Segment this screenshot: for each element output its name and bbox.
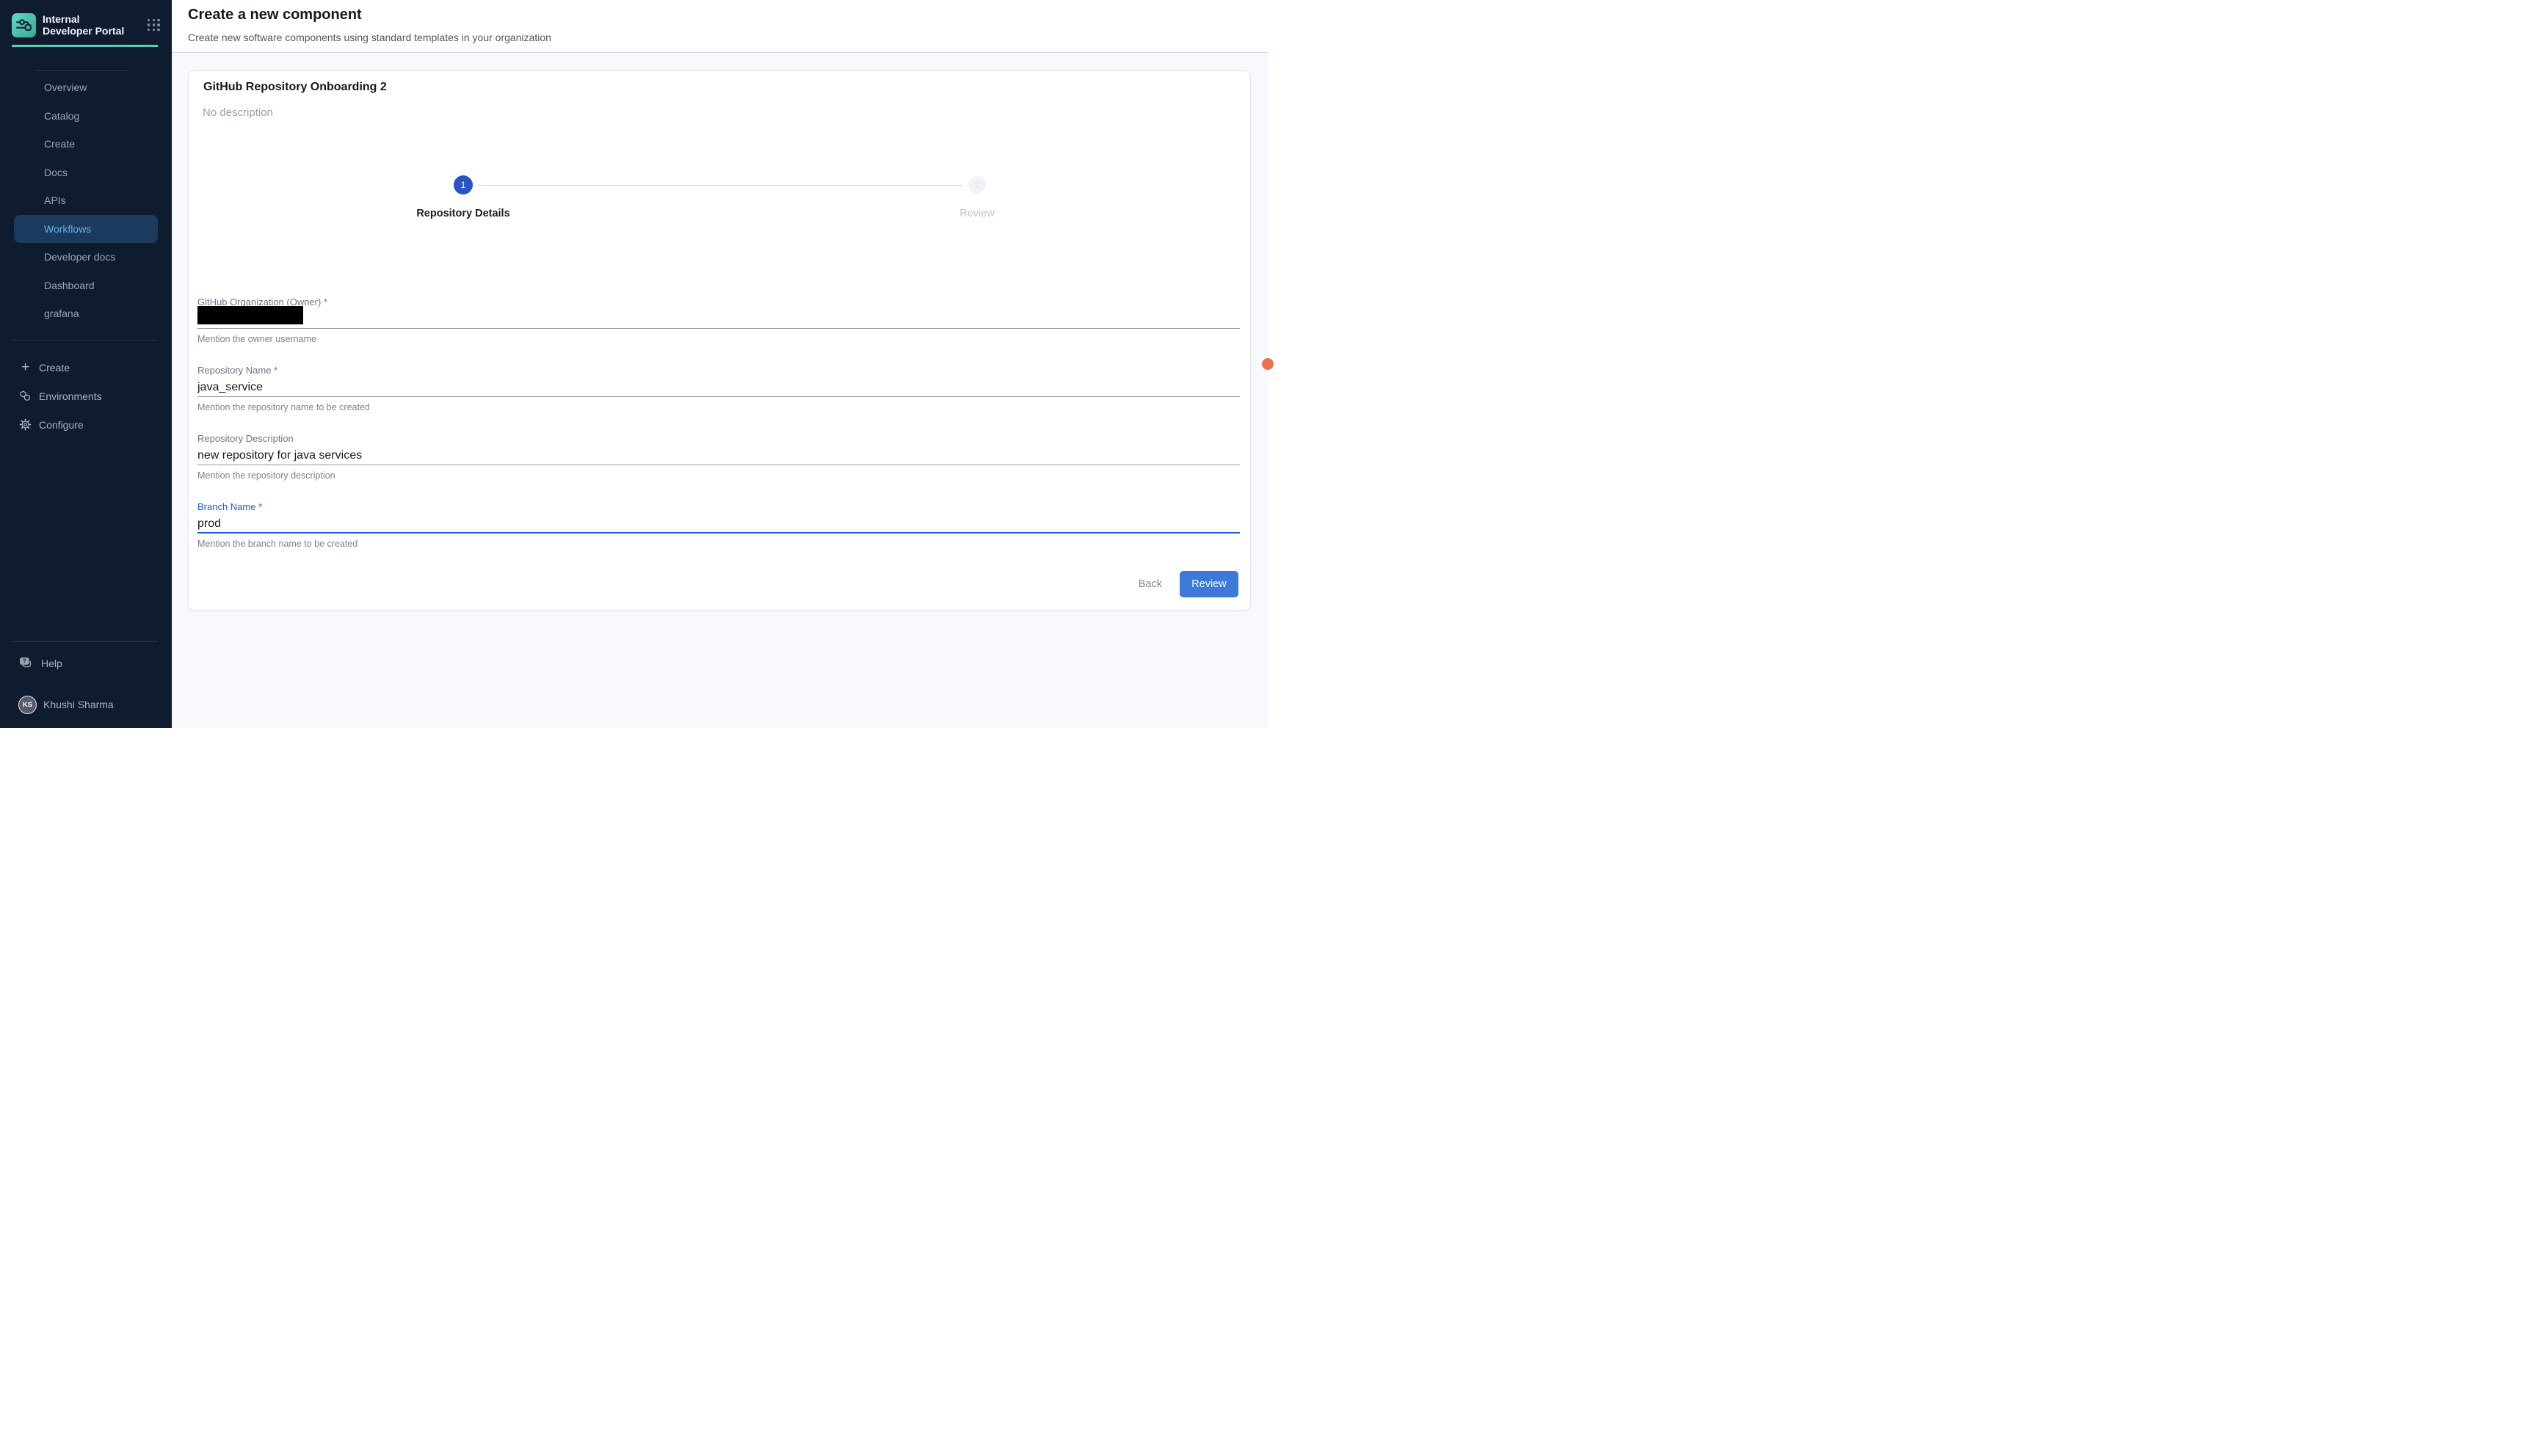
github-organization-input[interactable] <box>197 310 1240 328</box>
feedback-widget-dot[interactable] <box>1262 358 1274 370</box>
app-logo-icon <box>12 13 36 37</box>
branch-name-input[interactable] <box>197 514 1240 533</box>
repository-name-label: Repository Name * <box>197 365 1240 376</box>
sidebar-item-docs[interactable]: Docs <box>0 159 172 187</box>
sidebar-nav-primary: Overview Catalog Create Docs APIs Workfl… <box>0 73 172 328</box>
stepper-step-2-circle: 2 <box>968 176 986 194</box>
branch-name-helper: Mention the branch name to be created <box>197 539 1240 550</box>
sidebar-divider-bottom <box>12 641 158 642</box>
sidebar-nav-secondary: + Create Environments <box>0 353 172 439</box>
review-button[interactable]: Review <box>1180 571 1238 597</box>
user-menu[interactable]: KS Khushi Sharma <box>18 694 114 715</box>
github-organization-helper: Mention the owner username <box>197 334 1240 345</box>
sidebar-divider-top <box>35 70 128 71</box>
sidebar-item-catalog[interactable]: Catalog <box>0 102 172 131</box>
field-repository-description: Repository Description Mention the repos… <box>197 433 1240 481</box>
field-branch-name: Branch Name * Mention the branch name to… <box>197 501 1240 550</box>
page-header: Create a new component Create new softwa… <box>172 0 1268 53</box>
github-organization-label: GitHub Organization (Owner) * <box>197 296 1240 308</box>
page-title: Create a new component <box>188 7 362 23</box>
sidebar-item-developer-docs[interactable]: Developer docs <box>0 243 172 272</box>
sidebar-action-environments-label: Environments <box>39 390 102 402</box>
redaction-box <box>197 306 303 324</box>
sidebar-divider-middle <box>12 340 158 341</box>
sidebar-item-grafana[interactable]: grafana <box>0 299 172 328</box>
sidebar-action-create-label: Create <box>39 362 70 374</box>
template-description: No description <box>203 106 273 119</box>
repository-description-helper: Mention the repository description <box>197 470 1240 481</box>
sidebar-action-create[interactable]: + Create <box>0 353 172 382</box>
form-actions: Back Review <box>1130 571 1238 597</box>
sidebar-item-apis[interactable]: APIs <box>0 186 172 215</box>
environments-icon <box>19 390 32 402</box>
sidebar-action-configure[interactable]: Configure <box>0 410 172 439</box>
stepper-connector <box>478 185 962 186</box>
sidebar-item-overview[interactable]: Overview <box>0 73 172 102</box>
stepper-step-1-circle: 1 <box>454 175 473 194</box>
sidebar: Internal Developer Portal Overview Catal… <box>0 0 172 728</box>
gear-icon <box>19 418 32 431</box>
repository-description-label: Repository Description <box>197 433 1240 445</box>
sidebar-item-workflows[interactable]: Workflows <box>14 215 158 244</box>
repository-name-input[interactable] <box>197 378 1240 396</box>
sidebar-action-configure-label: Configure <box>39 419 84 431</box>
help-chat-icon: ? <box>19 657 34 670</box>
branch-name-label: Branch Name * <box>197 501 1240 513</box>
sidebar-item-create[interactable]: Create <box>0 130 172 159</box>
sidebar-action-environments[interactable]: Environments <box>0 382 172 410</box>
sidebar-help[interactable]: ? Help <box>19 655 62 672</box>
apps-grid-icon[interactable] <box>148 19 160 32</box>
repository-description-input[interactable] <box>197 446 1240 465</box>
repository-name-helper: Mention the repository name to be create… <box>197 402 1240 413</box>
repository-details-form: GitHub Organization (Owner) * Mention th… <box>197 296 1240 569</box>
stepper-step-2-label: Review <box>889 208 1065 219</box>
template-title: GitHub Repository Onboarding 2 <box>203 81 387 94</box>
user-name: Khushi Sharma <box>43 699 114 710</box>
avatar: KS <box>18 696 37 714</box>
back-button[interactable]: Back <box>1130 572 1171 596</box>
stepper-step-1-label: Repository Details <box>375 208 551 219</box>
template-card: GitHub Repository Onboarding 2 No descri… <box>188 70 1251 611</box>
app-logo-row[interactable]: Internal Developer Portal <box>12 12 160 38</box>
sidebar-accent-rule <box>12 45 158 47</box>
page-subtitle: Create new software components using sta… <box>188 32 551 43</box>
app-title: Internal Developer Portal <box>43 13 132 37</box>
field-repository-name: Repository Name * Mention the repository… <box>197 365 1240 413</box>
field-github-organization: GitHub Organization (Owner) * Mention th… <box>197 296 1240 345</box>
svg-text:?: ? <box>23 658 26 665</box>
help-label: Help <box>41 658 62 669</box>
sidebar-item-dashboard[interactable]: Dashboard <box>0 272 172 300</box>
plus-icon: + <box>19 361 32 374</box>
main-content: Create a new component Create new softwa… <box>172 0 1268 728</box>
